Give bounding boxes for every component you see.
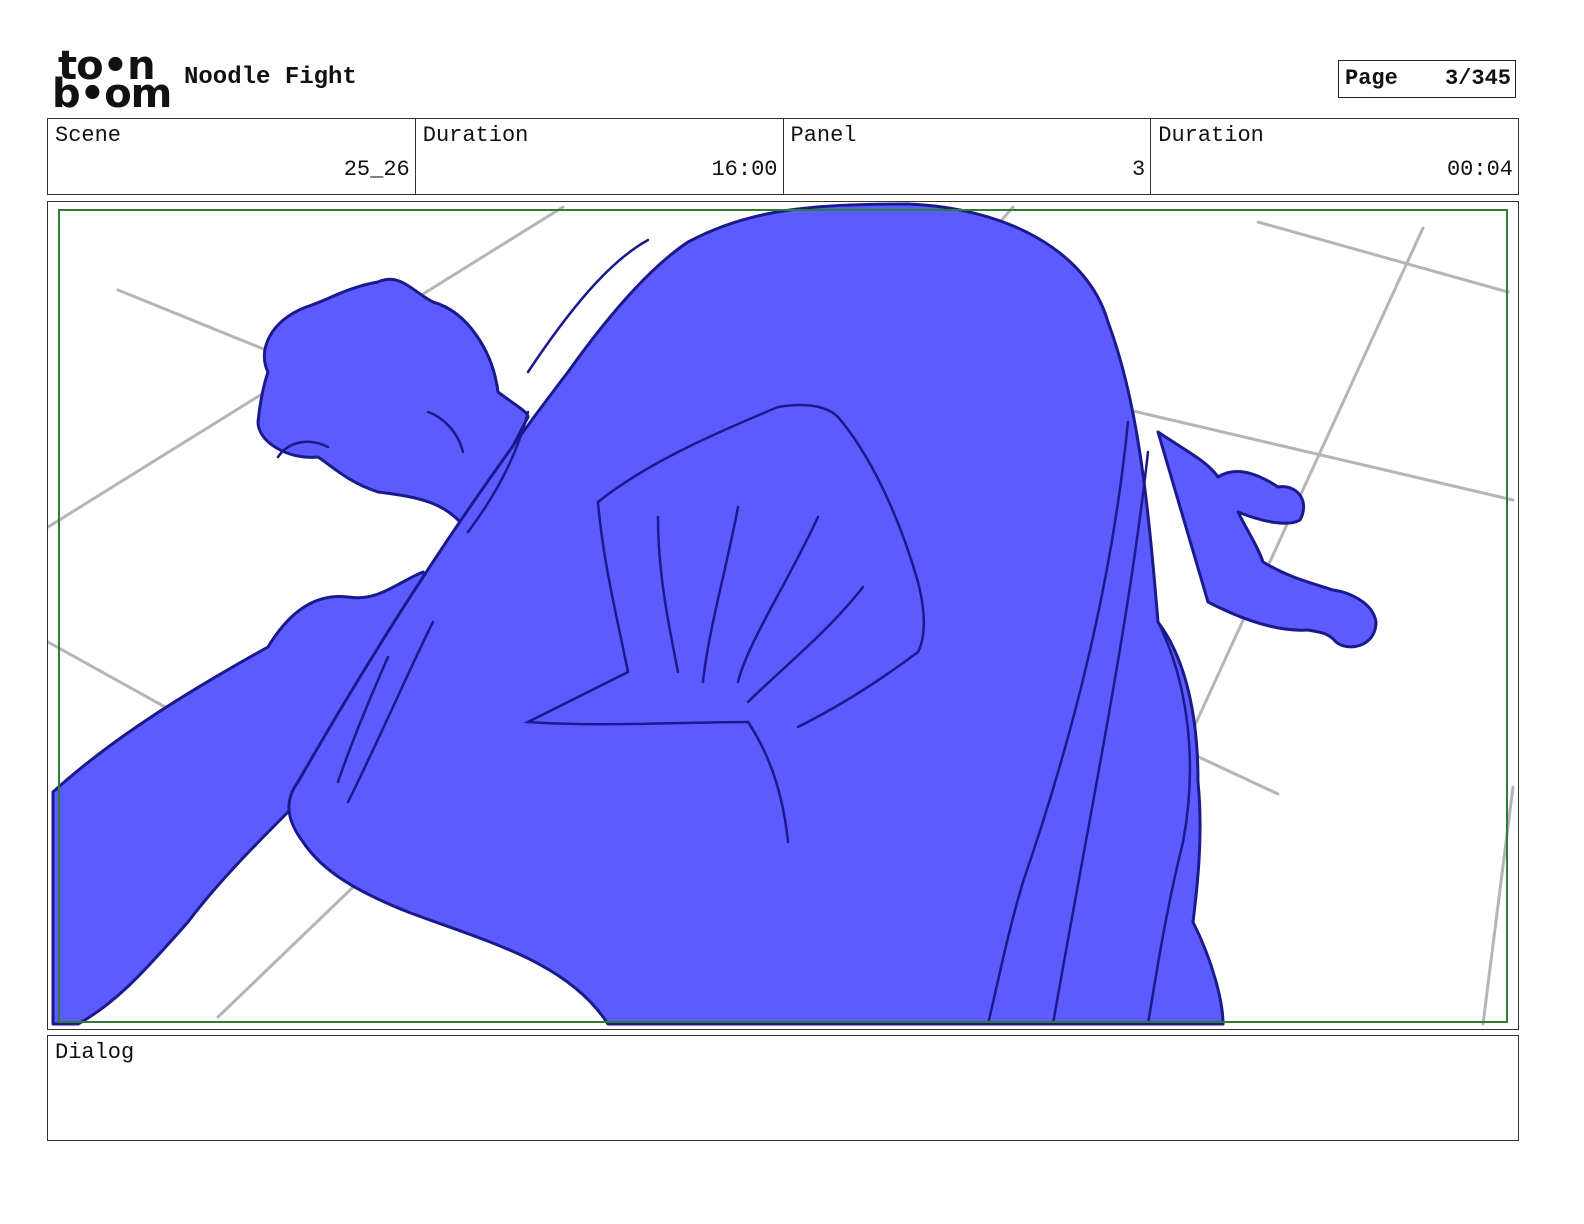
panel-drawing [48, 202, 1515, 1026]
panel-label: Panel [790, 123, 857, 148]
scene-duration-value: 16:00 [711, 157, 778, 182]
panel-value: 3 [1132, 157, 1146, 182]
dialog-label: Dialog [55, 1040, 135, 1065]
panel-duration-cell: Duration 00:04 [1151, 119, 1518, 194]
storyboard-panel [47, 201, 1519, 1030]
scene-duration-cell: Duration 16:00 [416, 119, 784, 194]
toon-boom-logo: to•n b•om [52, 46, 172, 114]
scene-cell: Scene 25_26 [48, 119, 416, 194]
page-number: 3/345 [1444, 66, 1511, 91]
scene-value: 25_26 [343, 157, 410, 182]
panel-duration-label: Duration [1158, 123, 1264, 148]
scene-label: Scene [55, 123, 122, 148]
page-label: Page [1345, 66, 1398, 91]
panel-cell: Panel 3 [784, 119, 1152, 194]
dialog-box: Dialog [47, 1035, 1519, 1141]
panel-duration-value: 00:04 [1446, 157, 1513, 182]
scene-duration-label: Duration [422, 123, 529, 148]
page-indicator: Page 3/345 [1338, 60, 1516, 98]
panel-info-bar: Scene 25_26 Duration 16:00 Panel 3 Durat… [47, 118, 1519, 195]
back-hand-shape [1156, 430, 1378, 649]
logo-bottom-text: b•om [52, 71, 172, 117]
project-title: Noodle Fight [184, 64, 357, 91]
